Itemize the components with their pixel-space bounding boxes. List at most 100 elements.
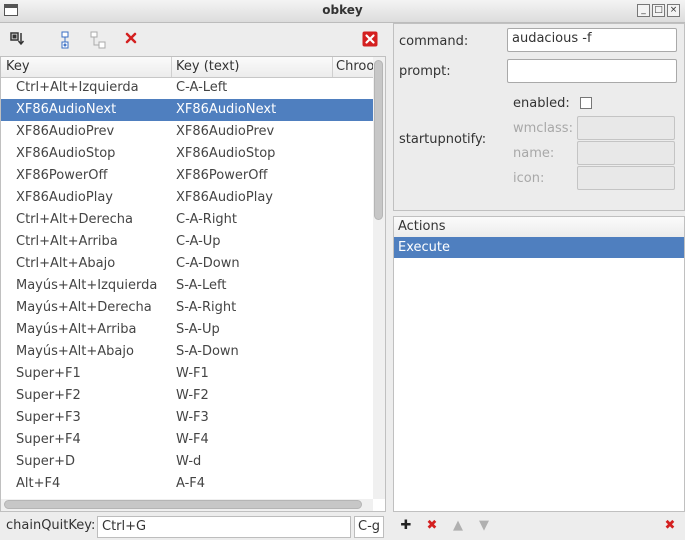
- key-text-cell: S-A-Left: [176, 278, 227, 293]
- key-cell: XF86AudioNext: [16, 102, 117, 117]
- toggle-view-button[interactable]: [8, 29, 28, 49]
- table-row[interactable]: XF86AudioPrev XF86AudioPrev: [1, 121, 373, 143]
- delete-icon: [125, 32, 137, 44]
- key-text-cell: W-F2: [176, 388, 209, 403]
- move-up-icon[interactable]: ▲: [450, 518, 466, 534]
- key-text-cell: XF86PowerOff: [176, 168, 268, 183]
- table-row[interactable]: XF86AudioStop XF86AudioStop: [1, 143, 373, 165]
- table-row[interactable]: Super+F2 W-F2: [1, 385, 373, 407]
- key-text-cell: XF86AudioPrev: [176, 124, 275, 139]
- key-text-cell: A-F4: [176, 476, 206, 491]
- key-cell: Super+F2: [16, 388, 81, 403]
- table-row[interactable]: Ctrl+Alt+Arriba C-A-Up: [1, 231, 373, 253]
- action-item[interactable]: Execute: [394, 237, 684, 258]
- table-row[interactable]: Ctrl+Alt+Derecha C-A-Right: [1, 209, 373, 231]
- chain-quit-key-bar: chainQuitKey: Ctrl+G C-g: [0, 513, 386, 540]
- minimize-button[interactable]: _: [637, 4, 650, 17]
- key-cell: XF86PowerOff: [16, 168, 108, 183]
- list-header: Key Key (text) Chroo: [1, 57, 374, 78]
- table-row[interactable]: Mayús+Alt+Derecha S-A-Right: [1, 297, 373, 319]
- chain-quit-key-label: chainQuitKey:: [6, 518, 96, 533]
- table-row[interactable]: Super+F3 W-F3: [1, 407, 373, 429]
- key-text-cell: XF86AudioStop: [176, 146, 276, 161]
- enabled-checkbox[interactable]: [580, 97, 592, 109]
- remove-action-icon[interactable]: ✖: [424, 518, 440, 534]
- icon-label: icon:: [513, 171, 545, 186]
- command-input[interactable]: audacious -f: [507, 28, 677, 52]
- column-header-chroot[interactable]: Chroo: [336, 59, 374, 74]
- wmclass-input[interactable]: [577, 116, 675, 140]
- delete-button[interactable]: [121, 29, 141, 49]
- add-sibling-button[interactable]: [55, 29, 75, 49]
- actions-toolbar: ✚ ✖ ▲ ▼ ✖: [393, 513, 685, 540]
- key-text-cell: XF86AudioNext: [176, 102, 277, 117]
- table-row[interactable]: Super+F1 W-F1: [1, 363, 373, 385]
- horizontal-scrollbar[interactable]: [1, 499, 373, 511]
- maximize-button[interactable]: □: [652, 4, 665, 17]
- close-window-button[interactable]: ×: [667, 4, 680, 17]
- key-cell: Super+F3: [16, 410, 81, 425]
- vertical-scrollbar[interactable]: [373, 57, 385, 499]
- title-bar: obkey _ □ ×: [0, 0, 685, 23]
- table-row[interactable]: Super+F4 W-F4: [1, 429, 373, 451]
- name-label: name:: [513, 146, 555, 161]
- key-text-cell: W-d: [176, 454, 202, 469]
- action-properties-panel: command: audacious -f prompt: enabled: s…: [393, 23, 685, 211]
- enabled-label: enabled:: [513, 96, 570, 111]
- keybinding-list: Key Key (text) Chroo Ctrl+Alt+Izquierda C…: [0, 56, 386, 512]
- key-text-cell: W-F4: [176, 432, 209, 447]
- key-text-cell: XF86AudioPlay: [176, 190, 273, 205]
- key-cell: Mayús+Alt+Abajo: [16, 344, 134, 359]
- pane-splitter[interactable]: [386, 23, 392, 540]
- key-text-cell: C-A-Up: [176, 234, 221, 249]
- vertical-scroll-thumb[interactable]: [374, 60, 383, 220]
- table-row[interactable]: XF86PowerOff XF86PowerOff: [1, 165, 373, 187]
- window-title: obkey: [322, 3, 363, 17]
- table-row[interactable]: Ctrl+Alt+Izquierda C-A-Left: [1, 77, 373, 99]
- toggle-view-icon: [10, 32, 25, 46]
- key-cell: Mayús+Alt+Arriba: [16, 322, 137, 337]
- column-header-key-text[interactable]: Key (text): [176, 59, 240, 74]
- key-cell: XF86AudioStop: [16, 146, 116, 161]
- table-row[interactable]: XF86AudioPlay XF86AudioPlay: [1, 187, 373, 209]
- table-row[interactable]: Ctrl+Alt+Abajo C-A-Down: [1, 253, 373, 275]
- close-red-button[interactable]: [360, 29, 380, 49]
- key-cell: Mayús+Alt+Derecha: [16, 300, 152, 315]
- key-cell: XF86AudioPlay: [16, 190, 113, 205]
- move-down-icon[interactable]: ▼: [476, 518, 492, 534]
- key-cell: Ctrl+Alt+Abajo: [16, 256, 116, 271]
- table-row[interactable]: Alt+F4 A-F4: [1, 473, 373, 495]
- actions-list: Actions Execute: [393, 216, 685, 512]
- key-text-cell: S-A-Down: [176, 344, 239, 359]
- key-cell: XF86AudioPrev: [16, 124, 115, 139]
- add-sibling-icon: [61, 31, 69, 49]
- key-text-cell: C-A-Down: [176, 256, 240, 271]
- prompt-input[interactable]: [507, 59, 677, 83]
- table-row[interactable]: Mayús+Alt+Izquierda S-A-Left: [1, 275, 373, 297]
- key-text-cell: C-A-Left: [176, 80, 228, 95]
- clear-actions-icon[interactable]: ✖: [662, 518, 678, 534]
- key-cell: Ctrl+Alt+Izquierda: [16, 80, 139, 95]
- table-row[interactable]: Super+D W-d: [1, 451, 373, 473]
- toolbar: [0, 23, 386, 55]
- icon-input[interactable]: [577, 166, 675, 190]
- table-row[interactable]: XF86AudioNext XF86AudioNext: [1, 99, 373, 121]
- add-child-button[interactable]: [88, 29, 108, 49]
- column-header-key[interactable]: Key: [6, 59, 30, 74]
- horizontal-scroll-thumb[interactable]: [4, 500, 362, 509]
- close-red-icon: [362, 31, 378, 47]
- add-action-icon[interactable]: ✚: [398, 518, 414, 534]
- command-label: command:: [399, 34, 469, 49]
- prompt-label: prompt:: [399, 64, 451, 79]
- actions-header-label[interactable]: Actions: [398, 219, 446, 234]
- table-row[interactable]: Mayús+Alt+Abajo S-A-Down: [1, 341, 373, 363]
- table-row[interactable]: Mayús+Alt+Arriba S-A-Up: [1, 319, 373, 341]
- key-cell: Ctrl+Alt+Derecha: [16, 212, 133, 227]
- key-text-cell: C-A-Right: [176, 212, 238, 227]
- key-text-cell: W-F3: [176, 410, 209, 425]
- chain-quit-key-input[interactable]: Ctrl+G: [97, 516, 351, 538]
- wmclass-label: wmclass:: [513, 121, 573, 136]
- name-input[interactable]: [577, 141, 675, 165]
- key-cell: Super+D: [16, 454, 75, 469]
- key-cell: Alt+F4: [16, 476, 61, 491]
